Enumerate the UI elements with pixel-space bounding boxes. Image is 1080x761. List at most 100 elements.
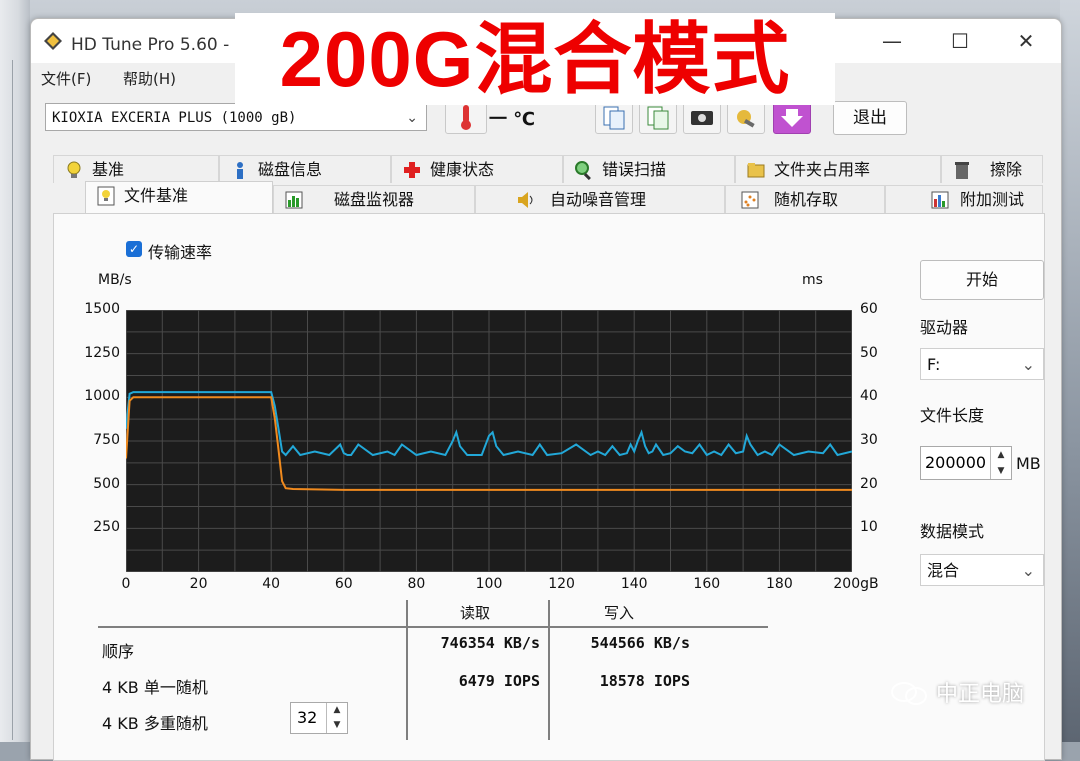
tab-disk-monitor[interactable]: 磁盘监视器	[273, 185, 475, 213]
tab-health[interactable]: 健康状态	[391, 155, 563, 183]
hd-tune-window: HD Tune Pro 5.60 - 硬 — ☐ ✕ 文件(F) 帮助(H) K…	[30, 13, 1062, 761]
chevron-down-icon: ⌄	[1021, 561, 1035, 580]
chevron-down-icon: ⌄	[406, 110, 418, 126]
y-tick-left-label: 1000	[84, 388, 120, 405]
x-tick-label: 0	[121, 576, 131, 592]
y-tick-right-label: 10	[860, 519, 878, 536]
file-length-unit: MB	[1016, 454, 1041, 473]
y-tick-right-label: 40	[860, 388, 878, 405]
copy-info-button[interactable]	[595, 100, 633, 134]
overlay-banner-text: 200G混合模式	[279, 15, 791, 103]
bar-chart-icon	[285, 191, 303, 209]
y-axis-right-label: ms	[802, 272, 823, 288]
y-tick-right-label: 60	[860, 301, 878, 317]
drive-select-value: KIOXIA EXCERIA PLUS (1000 gB)	[52, 110, 297, 126]
wechat-icon	[891, 682, 927, 705]
tab-noise-management[interactable]: 自动噪音管理	[475, 185, 725, 213]
x-tick-label: 160	[693, 576, 721, 592]
watermark-text: 中正电脑	[936, 682, 1025, 707]
y-tick-left-label: 1500	[84, 301, 120, 317]
x-tick-label: 60	[334, 576, 353, 592]
folder-icon	[747, 163, 765, 178]
maximize-button[interactable]: ☐	[937, 25, 983, 57]
chevron-down-icon: ⌄	[1021, 355, 1035, 374]
transfer-rate-label: 传输速率	[148, 243, 213, 262]
speaker-icon	[518, 192, 533, 208]
chart-grid	[126, 310, 852, 572]
drive-label: 驱动器	[920, 318, 969, 337]
x-tick-label: 120	[548, 576, 575, 592]
row-sequential-read: 746354 KB/s	[440, 634, 540, 652]
x-tick-label: 180	[766, 576, 793, 592]
tab-extra-tests[interactable]: 附加测试	[885, 185, 1043, 213]
y-tick-left-label: 500	[93, 475, 120, 492]
temperature-readout: 一 ℃	[489, 109, 536, 130]
tab-erase[interactable]: 擦除	[941, 155, 1043, 183]
tab-benchmark[interactable]: 基准	[53, 155, 219, 183]
queue-depth-value: 32	[297, 708, 318, 727]
trash-icon	[955, 162, 969, 179]
row-4kb-multi-label: 4 KB 多重随机	[102, 714, 208, 733]
row-4kb-single-read: 6479 IOPS	[458, 672, 540, 690]
drive-select[interactable]: KIOXIA EXCERIA PLUS (1000 gB) ⌄	[45, 103, 427, 131]
magnifier-icon	[575, 161, 591, 180]
file-benchmark-panel: ✓ 传输速率 MB/s ms 1500 1250 1000 750 500 250 60 5…	[53, 213, 1045, 761]
lightbulb-doc-icon	[97, 186, 115, 206]
menu-file[interactable]: 文件(F)	[41, 68, 91, 89]
start-button[interactable]: 开始	[920, 260, 1044, 300]
y-axis-left-label: MB/s	[98, 272, 132, 288]
file-length-value: 200000	[925, 453, 987, 472]
tab-random-access[interactable]: 随机存取	[725, 185, 885, 213]
download-arrow-icon	[781, 109, 803, 127]
camera-icon	[691, 111, 713, 125]
data-mode-dropdown[interactable]: 混合 ⌄	[920, 554, 1044, 586]
right-desktop-edge	[1060, 0, 1080, 742]
y-tick-left-label: 750	[93, 432, 120, 448]
grid-chart-icon	[931, 191, 949, 209]
tools-icon	[737, 110, 755, 128]
row-sequential-write: 544566 KB/s	[590, 634, 690, 652]
row-sequential-label: 顺序	[102, 642, 135, 661]
copy-all-icon	[647, 106, 669, 130]
lightbulb-icon	[67, 161, 81, 178]
left-window-edge	[0, 0, 30, 742]
menu-help[interactable]: 帮助(H)	[123, 68, 176, 89]
file-length-input[interactable]: 200000 ▲ ▼	[920, 446, 1012, 480]
results-header-line	[98, 626, 768, 628]
transfer-rate-checkbox[interactable]: ✓	[126, 241, 142, 257]
save-button[interactable]	[773, 100, 811, 134]
window-title: HD Tune Pro 5.60 - 硬	[71, 35, 252, 55]
x-tick-label: 140	[620, 576, 648, 592]
tab-folder-usage[interactable]: 文件夹占用率	[735, 155, 941, 183]
tab-disk-info[interactable]: 磁盘信息	[219, 155, 391, 183]
tab-file-benchmark[interactable]: 文件基准	[85, 181, 273, 213]
thermometer-button[interactable]	[445, 100, 487, 134]
tab-error-scan[interactable]: 错误扫描	[563, 155, 735, 183]
data-mode-value: 混合	[927, 561, 960, 580]
overlay-banner: 200G混合模式	[235, 13, 835, 105]
stepper-arrows[interactable]: ▲ ▼	[326, 703, 347, 733]
file-length-stepper-arrows[interactable]: ▲ ▼	[990, 447, 1011, 479]
exit-button[interactable]: 退出	[833, 101, 907, 135]
row-4kb-single-write: 18578 IOPS	[599, 672, 690, 690]
queue-depth-stepper[interactable]: 32 ▲ ▼	[290, 702, 348, 734]
x-tick-label: 40	[262, 576, 281, 592]
copy-icon	[603, 106, 625, 130]
minimize-button[interactable]: —	[869, 25, 915, 57]
tab-strip: 基准 磁盘信息 健康状态 错误扫描 文件夹占用率 擦除 文件基准 磁盘监视器 自…	[53, 155, 1043, 215]
results-divider-1	[406, 600, 408, 740]
close-button[interactable]: ✕	[1003, 25, 1049, 57]
results-divider-2	[548, 600, 550, 740]
row-4kb-single-label: 4 KB 单一随机	[102, 678, 208, 697]
y-tick-left-label: 250	[93, 519, 120, 536]
data-mode-label: 数据模式	[920, 522, 985, 541]
x-tick-label: 100	[475, 576, 503, 592]
screenshot-button[interactable]	[683, 100, 721, 134]
options-button[interactable]	[727, 100, 765, 134]
copy-all-button[interactable]	[639, 100, 677, 134]
drive-dropdown[interactable]: F: ⌄	[920, 348, 1044, 380]
scatter-icon	[741, 191, 759, 209]
y-tick-left-label: 1250	[84, 344, 120, 361]
col-read-header: 读取	[460, 604, 491, 622]
x-tick-label: 20	[189, 576, 208, 592]
